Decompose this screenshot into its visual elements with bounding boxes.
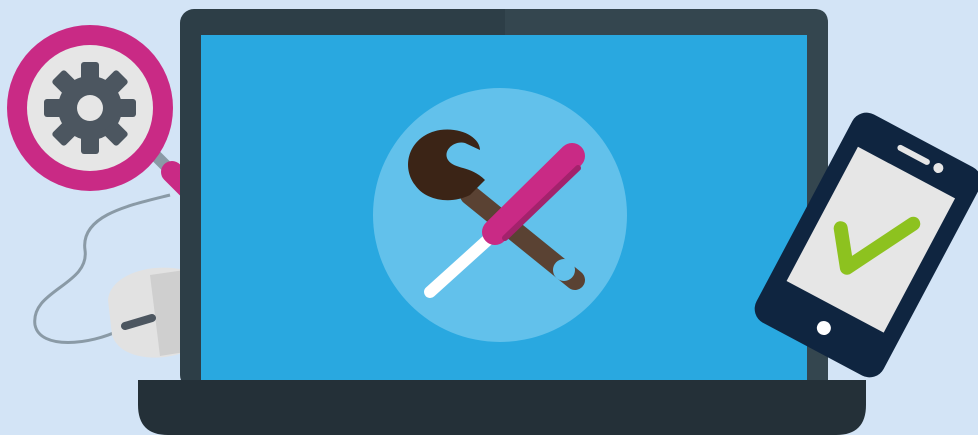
gear-icon	[44, 62, 136, 154]
magnifier-gear-icon	[7, 25, 211, 211]
maintenance-illustration	[7, 9, 978, 435]
computer-mouse-icon	[108, 267, 185, 358]
illustration-stage	[0, 0, 978, 435]
laptop-icon	[180, 9, 828, 389]
laptop-base	[138, 380, 866, 435]
